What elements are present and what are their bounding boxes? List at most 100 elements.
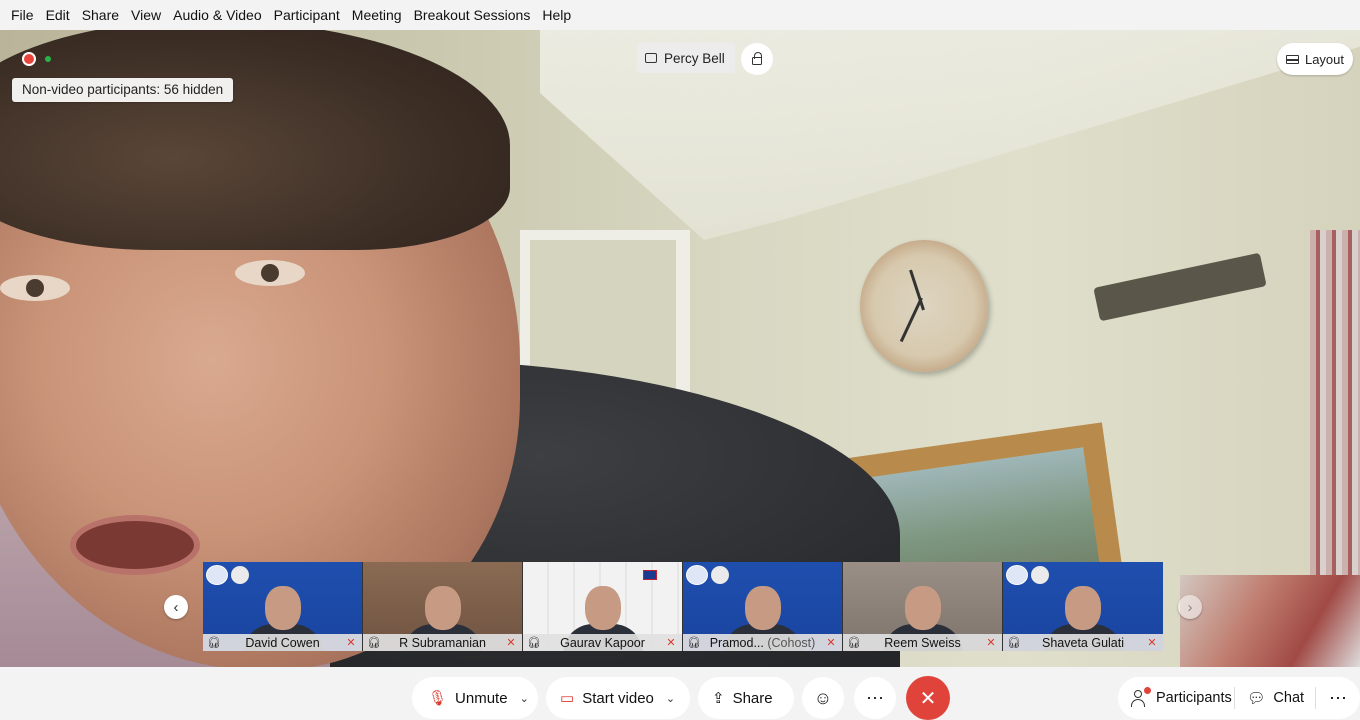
participant-name: Gaurav Kapoor xyxy=(560,635,645,650)
thumbnail-strip: 🎧︎ David Cowen ✕ 🎧︎ R Subramanian ✕ 🎧︎ G… xyxy=(203,562,1163,651)
participant-nameplate: 🎧︎ R Subramanian ✕ xyxy=(363,634,522,651)
non-video-participants-label[interactable]: Non-video participants: 56 hidden xyxy=(12,78,234,102)
video-picture-frame-2 xyxy=(1180,575,1360,667)
video-off-icon: ▭ xyxy=(560,690,575,707)
lock-button[interactable] xyxy=(741,43,773,75)
menu-bar: File Edit Share View Audio & Video Parti… xyxy=(0,0,1360,30)
headset-icon: 🎧︎ xyxy=(687,637,701,649)
participant-name: R Subramanian xyxy=(399,635,486,650)
participant-name: David Cowen xyxy=(245,635,320,650)
headset-icon: 🎧︎ xyxy=(367,637,381,649)
participant-face xyxy=(265,586,301,630)
participant-role: (Cohost) xyxy=(767,635,816,650)
participant-thumbnail[interactable]: 🎧︎ David Cowen ✕ xyxy=(203,562,363,651)
lock-icon xyxy=(752,52,762,65)
video-curtain xyxy=(1310,230,1360,590)
share-label: Share xyxy=(732,689,773,707)
share-icon: ⇪ xyxy=(712,690,725,707)
active-speaker-tag: Percy Bell xyxy=(637,43,735,73)
participant-thumbnail[interactable]: 🎧︎ Gaurav Kapoor ✕ xyxy=(523,562,683,651)
chevron-left-icon: ‹ xyxy=(173,598,179,616)
participant-name: Reem Sweiss xyxy=(884,635,961,650)
close-icon: ✕ xyxy=(919,687,937,710)
menu-view[interactable]: View xyxy=(125,0,167,30)
participant-thumbnail[interactable]: 🎧︎ R Subramanian ✕ xyxy=(363,562,523,651)
participant-nameplate: 🎧︎ David Cowen ✕ xyxy=(203,634,362,651)
participant-face xyxy=(425,586,461,630)
layout-icon xyxy=(1285,54,1299,64)
participant-face xyxy=(585,586,621,630)
speaker-mouth xyxy=(70,515,200,575)
menu-edit[interactable]: Edit xyxy=(40,0,76,30)
menu-help[interactable]: Help xyxy=(536,0,577,30)
panel-more-button[interactable]: ⋯ xyxy=(1316,688,1360,709)
org-logo-icon xyxy=(1006,565,1028,585)
video-wall-hook xyxy=(1093,252,1267,322)
org-logo-icon xyxy=(1031,566,1049,584)
mic-muted-icon: ✕ xyxy=(346,637,356,649)
connection-status-icon xyxy=(45,56,51,62)
start-video-label: Start video xyxy=(582,689,654,707)
org-logo-icon xyxy=(711,566,729,584)
emoji-icon: ☺ xyxy=(813,687,833,708)
menu-breakout-sessions[interactable]: Breakout Sessions xyxy=(408,0,537,30)
participant-thumbnail[interactable]: 🎧︎ Reem Sweiss ✕ xyxy=(843,562,1003,651)
mic-muted-icon: ✕ xyxy=(506,637,516,649)
chat-button[interactable]: 💬︎ Chat xyxy=(1235,690,1315,707)
active-speaker-name: Percy Bell xyxy=(664,50,725,66)
participant-thumbnail[interactable]: 🎧︎ Pramod... (Cohost) ✕ xyxy=(683,562,843,651)
headset-icon: 🎧︎ xyxy=(207,637,221,649)
menu-audio-video[interactable]: Audio & Video xyxy=(167,0,267,30)
participant-thumbnail[interactable]: 🎧︎ Shaveta Gulati ✕ xyxy=(1003,562,1163,651)
org-logo-icon xyxy=(686,565,708,585)
participant-nameplate: 🎧︎ Shaveta Gulati ✕ xyxy=(1003,634,1163,651)
leave-meeting-button[interactable]: ✕ xyxy=(906,676,950,720)
participant-face xyxy=(1065,586,1101,630)
org-logo-icon xyxy=(231,566,249,584)
participant-nameplate: 🎧︎ Reem Sweiss ✕ xyxy=(843,634,1002,651)
more-icon: ⋯ xyxy=(1329,687,1347,708)
recording-indicator-icon xyxy=(22,52,36,66)
flag-icon xyxy=(643,570,657,580)
speaker-eye-left xyxy=(0,275,70,301)
speaker-eye-right xyxy=(235,260,305,286)
menu-participant[interactable]: Participant xyxy=(268,0,346,30)
reactions-button[interactable]: ☺ xyxy=(802,677,844,719)
unmute-label: Unmute xyxy=(455,689,508,707)
layout-label: Layout xyxy=(1304,51,1345,67)
more-options-button[interactable]: ⋯ xyxy=(854,677,896,719)
mic-muted-icon: ✕ xyxy=(826,637,836,649)
start-video-button[interactable]: ▭ Start video ⌄ xyxy=(546,677,690,719)
menu-file[interactable]: File xyxy=(5,0,40,30)
unmute-button[interactable]: 🎙︎ Unmute ⌄ xyxy=(412,677,538,719)
participant-face xyxy=(745,586,781,630)
menu-share[interactable]: Share xyxy=(76,0,125,30)
headset-icon: 🎧︎ xyxy=(527,637,541,649)
layout-button[interactable]: Layout xyxy=(1277,43,1353,75)
participants-label: Participants xyxy=(1156,690,1232,706)
participants-button[interactable]: Participants xyxy=(1118,687,1234,707)
meeting-toolbar: 🎙︎ Unmute ⌄ ▭ Start video ⌄ ⇪ Share ☺ ⋯ … xyxy=(0,667,1360,719)
participant-nameplate: 🎧︎ Gaurav Kapoor ✕ xyxy=(523,634,682,651)
video-wall-clock xyxy=(860,240,988,372)
mic-muted-icon: ✕ xyxy=(1147,637,1157,649)
speaker-hair xyxy=(0,30,510,250)
mic-muted-icon: ✕ xyxy=(666,637,676,649)
chevron-right-icon: › xyxy=(1187,598,1193,616)
chat-icon: 💬︎ xyxy=(1247,690,1266,707)
headset-icon: 🎧︎ xyxy=(847,637,861,649)
chat-label: Chat xyxy=(1273,690,1305,706)
chevron-down-icon[interactable]: ⌄ xyxy=(520,692,529,705)
side-panel-controls: Participants 💬︎ Chat ⋯ xyxy=(1118,677,1360,719)
participant-nameplate: 🎧︎ Pramod... (Cohost) ✕ xyxy=(683,634,842,651)
participant-name: Pramod... xyxy=(709,635,764,650)
thumbnails-prev-button[interactable]: ‹ xyxy=(164,595,188,619)
chevron-down-icon[interactable]: ⌄ xyxy=(666,692,675,705)
participants-icon xyxy=(1130,687,1151,707)
participant-face xyxy=(905,586,941,630)
thumbnails-next-button[interactable]: › xyxy=(1178,595,1202,619)
headset-icon: 🎧︎ xyxy=(1007,637,1021,649)
org-logo-icon xyxy=(206,565,228,585)
menu-meeting[interactable]: Meeting xyxy=(346,0,408,30)
share-button[interactable]: ⇪ Share xyxy=(698,677,794,719)
